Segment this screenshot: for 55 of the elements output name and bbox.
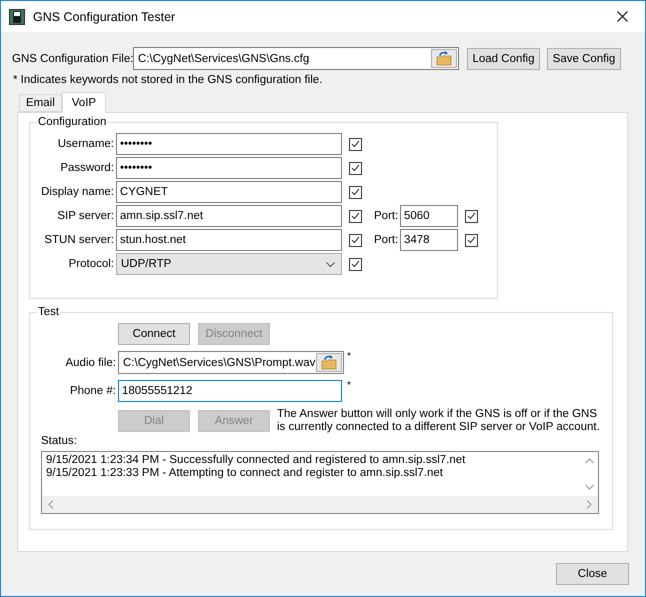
text-field[interactable]: CYGNET — [116, 181, 342, 203]
hint-text: The Answer button will only work if the GNS is off or if the GNS — [277, 408, 598, 421]
phone-field[interactable]: 18055551212 — [118, 380, 342, 402]
open-folder-icon — [320, 355, 338, 370]
chevron-down-icon — [326, 262, 335, 266]
checkbox[interactable] — [349, 186, 362, 198]
text-field[interactable]: •••••••• — [116, 157, 342, 179]
log-line: 9/15/2021 1:23:34 PM - Successfully connected and registered to amn.sip.ssl7.net — [46, 454, 466, 467]
scroll-up-icon[interactable] — [585, 458, 594, 464]
app-icon — [9, 8, 25, 24]
field-label: SIP server: — [56, 210, 115, 222]
protocol-dropdown[interactable]: UDP/RTP — [116, 253, 342, 275]
field-label: Audio file: — [64, 356, 117, 368]
required-marker: * — [347, 351, 351, 362]
group-title: Test — [37, 306, 60, 318]
field-label: STUN server: — [43, 234, 115, 246]
field-label: Display name: — [40, 186, 115, 198]
port-field[interactable]: 3478 — [400, 229, 458, 251]
field-label: Protocol: — [68, 258, 115, 270]
required-marker: * — [347, 380, 351, 391]
checkbox[interactable] — [465, 210, 478, 222]
field-label: GNS Configuration File: — [12, 52, 133, 64]
field-label: Password: — [59, 162, 115, 174]
text-field[interactable]: amn.sip.ssl7.net — [116, 205, 342, 227]
port-field[interactable]: 5060 — [400, 205, 458, 227]
open-folder-icon — [436, 51, 452, 66]
field-label: Phone #: — [68, 385, 117, 397]
text-field[interactable]: •••••••• — [116, 133, 342, 155]
checkbox[interactable] — [465, 234, 478, 246]
config-file-field[interactable]: C:\CygNet\Services\GNS\Gns.cfg — [133, 47, 459, 70]
tab[interactable]: VoIP — [62, 92, 106, 113]
connect-button[interactable]: Connect — [118, 323, 190, 345]
close-button[interactable]: Close — [556, 563, 629, 585]
audio-file-field[interactable]: C:\CygNet\Services\GNS\Prompt.wav — [118, 351, 344, 374]
load-config-button[interactable]: Load Config — [467, 48, 540, 70]
browse-button[interactable] — [316, 353, 342, 372]
scroll-down-icon[interactable] — [585, 484, 594, 490]
field-label: Username: — [56, 138, 115, 150]
tab[interactable]: Email — [19, 94, 62, 112]
save-config-button[interactable]: Save Config — [547, 48, 621, 70]
window-title: GNS Configuration Tester — [33, 10, 176, 24]
browse-button[interactable] — [431, 49, 457, 68]
checkbox[interactable] — [349, 138, 362, 150]
field-label: Port: — [374, 234, 400, 246]
note-text: * Indicates keywords not stored in the GNS configuration file. — [13, 74, 324, 86]
hint-text: is currently connected to a different SIP server or VoIP account. — [277, 421, 600, 434]
log-line: 9/15/2021 1:23:33 PM - Attempting to connect and register to amn.sip.ssl7.net — [46, 467, 443, 480]
checkbox[interactable] — [349, 234, 362, 246]
field-label: Port: — [374, 210, 400, 222]
status-label: Status: — [41, 435, 77, 447]
checkbox[interactable] — [349, 258, 362, 270]
checkbox[interactable] — [349, 210, 362, 222]
checkbox[interactable] — [349, 162, 362, 174]
text-field[interactable]: stun.host.net — [116, 229, 342, 251]
group-title: Configuration — [37, 116, 108, 128]
